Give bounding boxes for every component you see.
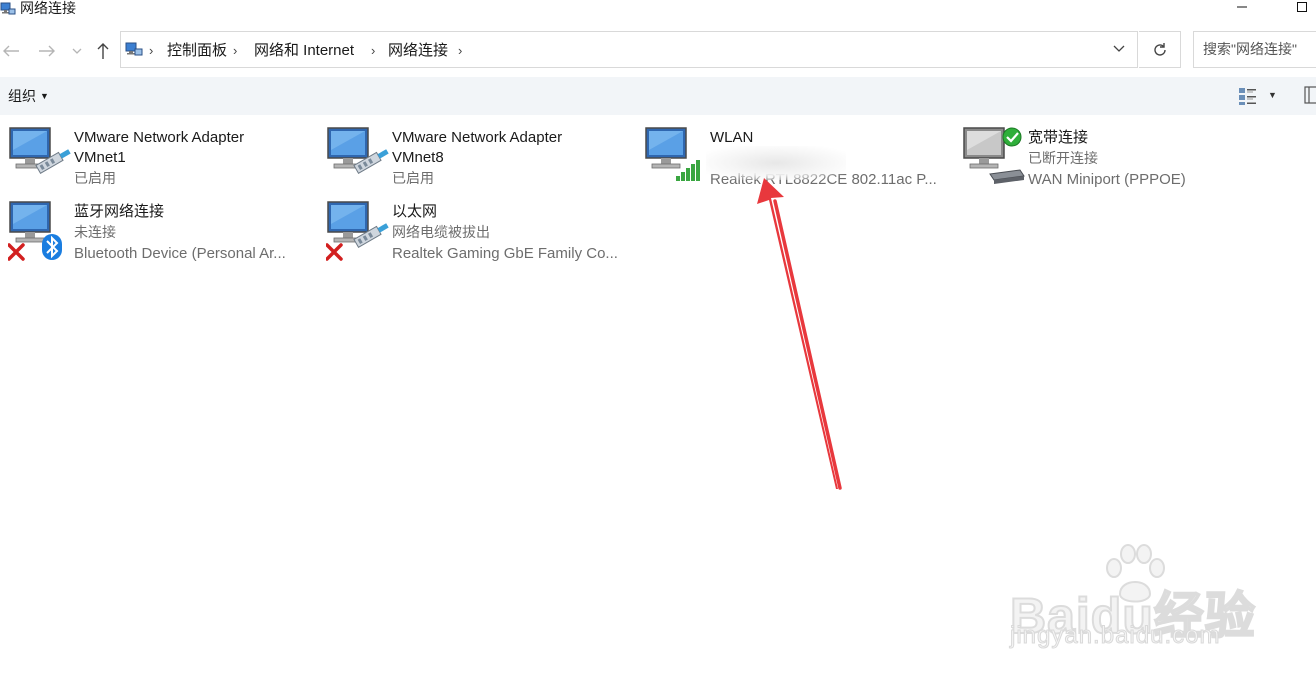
address-dropdown-icon[interactable] <box>1113 43 1125 53</box>
address-bar[interactable]: › 控制面板 › 网络和 Internet › 网络连接 › <box>120 31 1138 68</box>
search-input[interactable]: 搜索"网络连接" <box>1193 31 1316 68</box>
back-button[interactable] <box>0 38 22 64</box>
connection-broadband[interactable]: 宽带连接 已断开连接 WAN Miniport (PPPOE) <box>962 126 1280 196</box>
command-bar: 组织 ▼ ▼ <box>0 77 1316 115</box>
connection-name: 蓝牙网络连接 <box>74 203 165 220</box>
connection-device: WAN Miniport (PPPOE) <box>1028 171 1186 188</box>
refresh-button[interactable] <box>1139 31 1181 68</box>
wired-adapter-icon <box>326 201 389 261</box>
connection-text: VMware Network Adapter VMnet1 已启用 <box>74 128 324 189</box>
connection-status: 网络电缆被拔出 <box>392 224 490 240</box>
bluetooth-icon <box>42 234 62 260</box>
change-view-icon[interactable] <box>1238 86 1258 106</box>
maximize-button[interactable] <box>1282 0 1316 18</box>
error-x-icon <box>326 243 343 261</box>
minimize-button[interactable] <box>1222 0 1262 18</box>
connection-text: 以太网 网络电缆被拔出 Realtek Gaming GbE Family Co… <box>392 202 642 264</box>
wired-adapter-icon <box>327 127 389 174</box>
error-x-icon <box>8 243 25 261</box>
recent-locations-button[interactable] <box>68 38 86 64</box>
connection-text: 蓝牙网络连接 未连接 Bluetooth Device (Personal Ar… <box>74 202 324 264</box>
connection-device: Realtek Gaming GbE Family Co... <box>392 245 618 262</box>
up-button[interactable] <box>92 38 114 64</box>
connection-name: VMware Network Adapter <box>74 129 245 146</box>
baidu-watermark: Baidu经验 jingyan.baidu.com <box>1009 540 1310 660</box>
view-options-caret-icon[interactable]: ▼ <box>1268 90 1277 100</box>
breadcrumb-network-internet[interactable]: 网络和 Internet <box>254 32 354 69</box>
forward-button[interactable] <box>36 38 58 64</box>
connection-bluetooth[interactable]: 蓝牙网络连接 未连接 Bluetooth Device (Personal Ar… <box>8 200 326 270</box>
window-title: 网络连接 <box>20 0 76 16</box>
bluetooth-adapter-icon <box>8 201 62 261</box>
back-arrow-icon <box>3 45 19 57</box>
wifi-signal-icon <box>676 160 700 181</box>
wifi-adapter-icon <box>645 127 700 181</box>
breadcrumb-separator: › <box>371 43 376 58</box>
network-connections-icon <box>0 2 16 15</box>
check-icon <box>1002 127 1022 147</box>
breadcrumb-separator: › <box>233 43 238 58</box>
breadcrumb-separator: › <box>149 43 154 58</box>
organize-button[interactable]: 组织 ▼ <box>8 77 49 115</box>
connection-status: 已启用 <box>74 170 116 186</box>
connection-status: 已断开连接 <box>1028 150 1098 166</box>
navigation-bar: › 控制面板 › 网络和 Internet › 网络连接 › 搜索"网络连接" <box>0 30 1316 72</box>
connection-name: 宽带连接 <box>1028 129 1089 146</box>
organize-label: 组织 <box>8 88 36 104</box>
connection-text: 宽带连接 已断开连接 WAN Miniport (PPPOE) <box>1028 128 1278 190</box>
modem-icon <box>989 169 1025 184</box>
caret-down-icon: ▼ <box>40 91 49 101</box>
connection-name: 以太网 <box>392 203 438 220</box>
title-bar: 网络连接 <box>0 0 1316 22</box>
up-arrow-icon <box>97 43 109 59</box>
connection-name: WLAN <box>710 129 754 146</box>
connection-name-continued: VMnet8 <box>392 149 444 166</box>
connection-name: VMware Network Adapter <box>392 129 563 146</box>
minimize-icon <box>1237 6 1247 8</box>
breadcrumb-separator: › <box>458 43 463 58</box>
connection-status: 未连接 <box>74 224 116 240</box>
connection-vmnet1[interactable]: VMware Network Adapter VMnet1 已启用 <box>8 126 326 196</box>
connection-vmnet8[interactable]: VMware Network Adapter VMnet8 已启用 <box>326 126 644 196</box>
connection-status: 已启用 <box>392 170 434 186</box>
breadcrumb-control-panel[interactable]: 控制面板 <box>167 32 227 69</box>
privacy-blur <box>706 146 846 180</box>
preview-pane-icon[interactable] <box>1304 86 1316 104</box>
connection-ethernet[interactable]: 以太网 网络电缆被拔出 Realtek Gaming GbE Family Co… <box>326 200 644 270</box>
control-panel-icon <box>125 42 143 56</box>
chevron-down-icon <box>72 48 82 54</box>
connection-text: VMware Network Adapter VMnet8 已启用 <box>392 128 642 189</box>
connection-name-continued: VMnet1 <box>74 149 126 166</box>
watermark-url: jingyan.baidu.com <box>1009 622 1221 650</box>
maximize-icon <box>1297 2 1307 12</box>
wired-adapter-icon <box>9 127 71 174</box>
connection-device: Bluetooth Device (Personal Ar... <box>74 245 286 262</box>
broadband-adapter-icon <box>963 127 1025 184</box>
refresh-icon <box>1153 42 1166 56</box>
breadcrumb-network-connections[interactable]: 网络连接 <box>388 32 448 69</box>
forward-arrow-icon <box>39 45 55 57</box>
